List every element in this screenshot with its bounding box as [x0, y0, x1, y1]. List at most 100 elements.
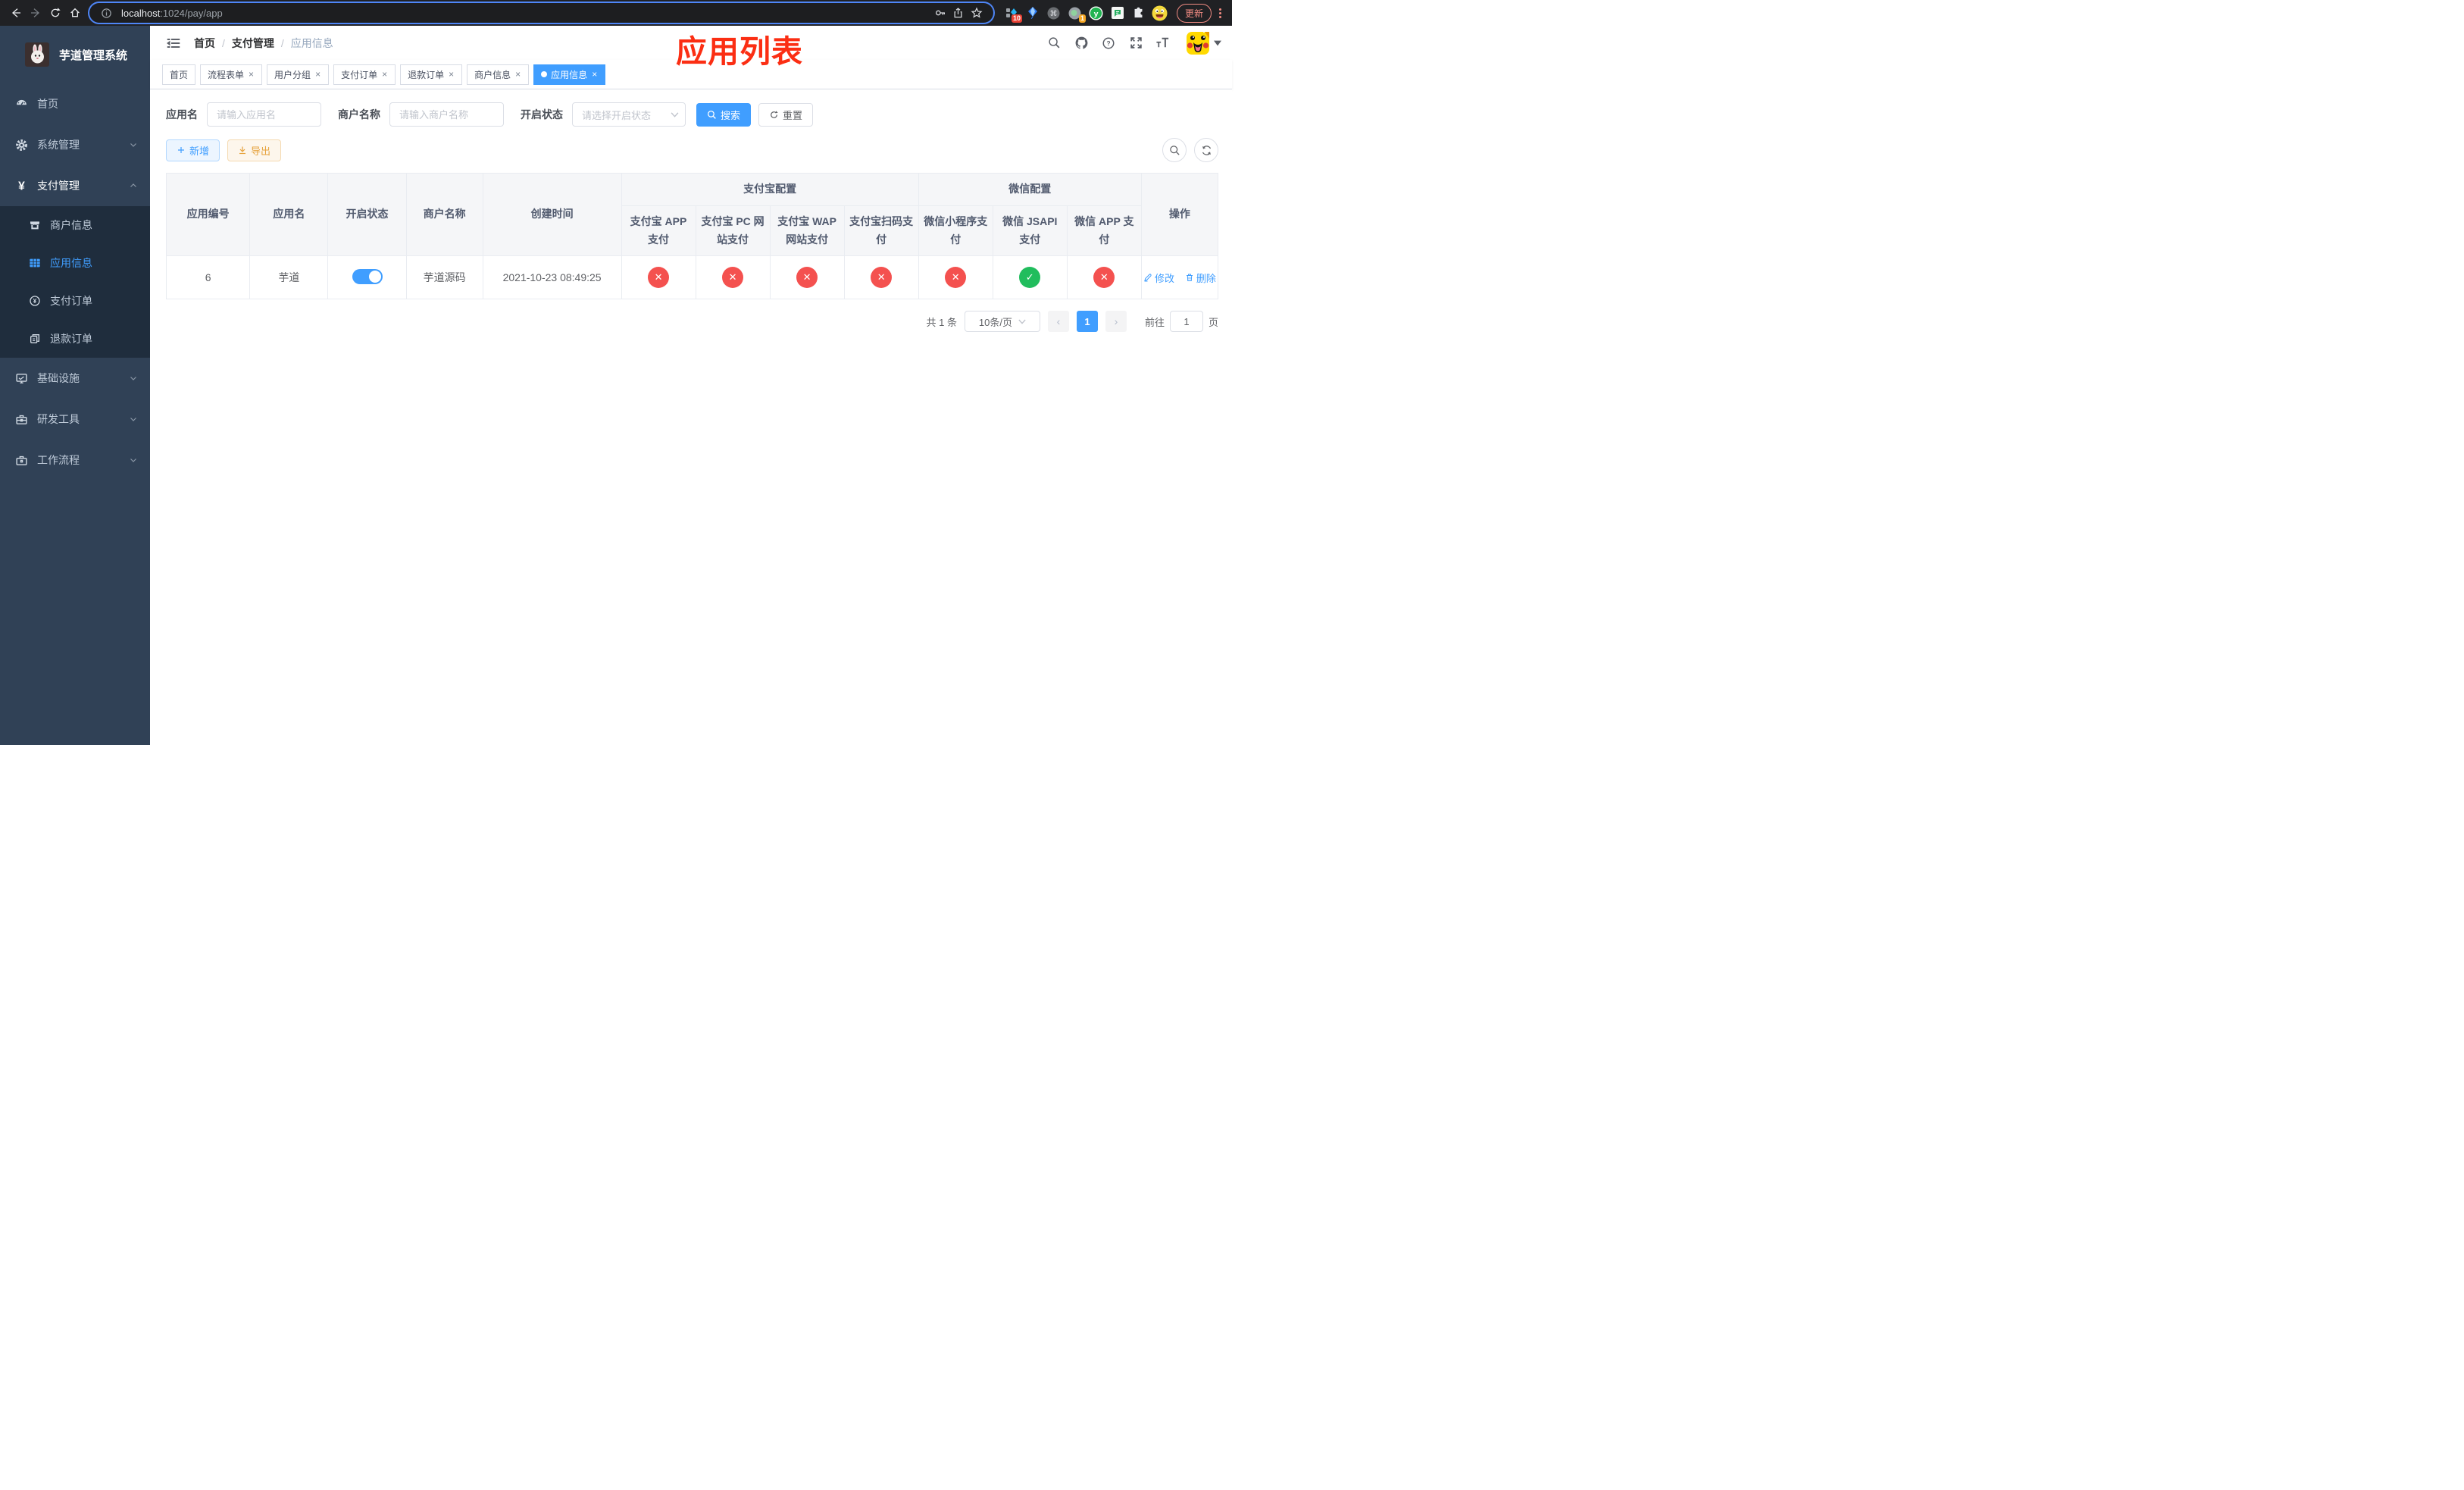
- alipay-app-status-badge: ✕: [648, 267, 670, 289]
- tab-home[interactable]: 首页: [162, 64, 196, 85]
- help-button[interactable]: ?: [1100, 35, 1117, 52]
- tab-user-group[interactable]: 用户分组 ×: [267, 64, 330, 85]
- col-created: 创建时间: [482, 172, 622, 257]
- pagination: 共 1 条 10条/页 ‹ 1 › 前往 页: [166, 311, 1218, 333]
- search-icon: [1169, 145, 1180, 155]
- close-icon[interactable]: ×: [514, 70, 521, 79]
- wx-jsapi-status-badge: ✓: [1019, 267, 1041, 289]
- share-button[interactable]: [949, 4, 968, 22]
- browser-profile-avatar[interactable]: [1151, 3, 1169, 23]
- close-icon[interactable]: ×: [448, 70, 455, 79]
- browser-reload-button[interactable]: [45, 3, 65, 23]
- add-button[interactable]: 新增: [166, 139, 220, 161]
- bookmark-button[interactable]: [968, 4, 986, 22]
- cell-merchant: 芋道源码: [405, 255, 483, 300]
- refresh-icon: [1202, 145, 1211, 155]
- refresh-icon: [771, 110, 778, 118]
- merchant-name-label: 商户名称: [338, 108, 380, 121]
- browser-forward-button[interactable]: [26, 3, 45, 23]
- breadcrumb-current: 应用信息: [290, 36, 333, 49]
- url-bar[interactable]: localhost:1024/pay/app: [89, 3, 993, 23]
- fullscreen-button[interactable]: [1127, 35, 1144, 52]
- goto-page-input[interactable]: [1169, 311, 1203, 333]
- app-name-input[interactable]: [207, 102, 321, 127]
- refresh-table-button[interactable]: [1194, 138, 1218, 162]
- page-number-1[interactable]: 1: [1076, 311, 1098, 333]
- extension-recorder[interactable]: 1: [1066, 3, 1086, 23]
- extensions-menu-button[interactable]: [1130, 3, 1148, 23]
- font-size-button[interactable]: [1155, 35, 1171, 52]
- edit-button[interactable]: 修改: [1143, 271, 1174, 285]
- sidebar-item-pay-order[interactable]: ¥ 支付订单: [0, 282, 150, 320]
- sidebar-collapse-button[interactable]: [161, 34, 186, 52]
- extension-command[interactable]: ⌘: [1045, 3, 1063, 23]
- col-alipay-qr: 支付宝扫码支付: [843, 205, 919, 257]
- header-search-button[interactable]: [1046, 35, 1062, 52]
- star-icon: [971, 7, 983, 18]
- password-manager-button[interactable]: [931, 4, 949, 22]
- info-icon: [101, 8, 111, 18]
- tab-process-form[interactable]: 流程表单 ×: [200, 64, 263, 85]
- sidebar-item-infra[interactable]: 基础设施: [0, 358, 150, 399]
- status-toggle[interactable]: [352, 268, 383, 284]
- goto-unit: 页: [1208, 316, 1218, 328]
- close-icon[interactable]: ×: [248, 70, 255, 79]
- extension-blocks[interactable]: 10: [1002, 3, 1022, 23]
- close-icon[interactable]: ×: [314, 70, 321, 79]
- sidebar-item-merchant-info[interactable]: 商户信息: [0, 206, 150, 244]
- sidebar-item-devtools[interactable]: 研发工具: [0, 399, 150, 440]
- col-app-name: 应用名: [249, 172, 329, 257]
- chevron-down-icon: [130, 377, 136, 380]
- sidebar-item-workflow[interactable]: 工作流程: [0, 440, 150, 480]
- app-table: 应用编号 应用名 开启状态 商户名称 创建时间 支付宝配置 微信配置 操作 支付…: [165, 172, 1219, 300]
- close-icon[interactable]: ×: [591, 70, 598, 79]
- reset-button[interactable]: 重置: [758, 102, 814, 127]
- github-link-button[interactable]: [1073, 35, 1090, 52]
- status-select[interactable]: 请选择开启状态: [572, 102, 686, 127]
- merchant-name-input[interactable]: [389, 102, 504, 127]
- breadcrumb-pay[interactable]: 支付管理: [232, 36, 274, 51]
- sidebar-item-label: 商户信息: [50, 219, 92, 231]
- tab-refund-order[interactable]: 退款订单 ×: [400, 64, 463, 85]
- fullscreen-icon: [1130, 37, 1142, 49]
- alipay-wap-status-badge: ✕: [796, 267, 818, 289]
- sidebar-item-refund-order[interactable]: 退款订单: [0, 320, 150, 358]
- extension-chat[interactable]: [1108, 3, 1127, 23]
- search-button[interactable]: 搜索: [696, 102, 752, 127]
- site-info-button[interactable]: [97, 4, 115, 22]
- status-label: 开启状态: [521, 108, 563, 121]
- extension-kite[interactable]: [1024, 3, 1042, 23]
- browser-home-button[interactable]: [65, 3, 85, 23]
- browser-menu-button[interactable]: [1215, 8, 1226, 18]
- browser-update-button[interactable]: 更新: [1176, 3, 1212, 23]
- tab-pay-order[interactable]: 支付订单 ×: [333, 64, 396, 85]
- url-text[interactable]: localhost:1024/pay/app: [121, 8, 931, 19]
- prev-page-button[interactable]: ‹: [1047, 311, 1069, 333]
- puzzle-icon: [1135, 7, 1143, 17]
- app-logo-rabbit: [25, 42, 49, 67]
- delete-button[interactable]: 删除: [1185, 271, 1216, 285]
- sidebar-item-system[interactable]: 系统管理: [0, 124, 150, 165]
- next-page-button[interactable]: ›: [1105, 311, 1127, 333]
- export-button[interactable]: 导出: [227, 139, 282, 161]
- breadcrumb-home[interactable]: 首页: [194, 36, 215, 51]
- svg-text:⌘: ⌘: [1050, 10, 1058, 18]
- sidebar-item-app-info[interactable]: 应用信息: [0, 244, 150, 282]
- dashboard-icon: [17, 99, 27, 105]
- caret-down-icon: [1214, 40, 1221, 45]
- browser-back-button[interactable]: [6, 3, 26, 23]
- sidebar-logo-row[interactable]: 芋道管理系统: [0, 26, 150, 83]
- col-wx-jsapi: 微信 JSAPI 支付: [992, 205, 1068, 257]
- page-size-select[interactable]: 10条/页: [964, 311, 1040, 333]
- sidebar-item-pay[interactable]: ¥ 支付管理: [0, 165, 150, 206]
- tab-merchant-info[interactable]: 商户信息 ×: [467, 64, 530, 85]
- sidebar-item-home[interactable]: 首页: [0, 83, 150, 124]
- extension-badge: 10: [1011, 14, 1022, 23]
- extension-y-app[interactable]: y: [1087, 3, 1105, 23]
- store-icon: [30, 221, 39, 230]
- download-icon: [239, 146, 246, 155]
- user-avatar-menu[interactable]: [1187, 31, 1221, 55]
- close-icon[interactable]: ×: [381, 70, 388, 79]
- tab-app-info[interactable]: 应用信息 ×: [533, 64, 606, 85]
- toggle-search-button[interactable]: [1162, 138, 1187, 162]
